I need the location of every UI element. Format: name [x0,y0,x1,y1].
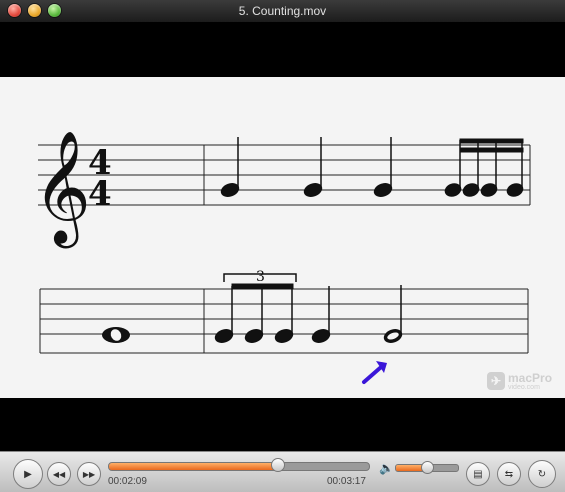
time-sig-bottom: 4 [88,174,112,214]
scrubber-handle[interactable] [271,458,285,472]
title-bar[interactable]: 5. Counting.mov [0,0,565,23]
whole-note [102,327,130,343]
loop-button[interactable]: ↻ [528,460,556,488]
triplet-number: 3 [256,269,265,285]
share-button[interactable]: ⇆ [497,462,521,486]
video-frame[interactable]: 𝄞 4 4 3 ✈ macPro video.com [0,77,565,398]
skip-back-icon: ◀◀ [52,469,66,479]
music-score: 𝄞 4 4 3 [33,130,531,384]
chapters-button[interactable]: ▤ [466,462,490,486]
clips-icon: ▤ [473,468,483,480]
pointer-arrow-icon [362,361,387,384]
watermark: ✈ macPro video.com [487,370,562,396]
quicktime-window: 5. Counting.mov 𝄞 4 4 3 ✈ macPro video.c… [0,0,565,492]
scrubber-track[interactable] [108,462,370,471]
triplet-eighths [214,283,294,343]
previous-button[interactable]: ◀◀ [47,462,71,486]
quarter-note-m2 [311,286,331,343]
macprovideo-logo-icon: ✈ [487,372,505,390]
play-icon: ▶ [24,468,32,480]
quarter-notes-m1 [220,137,393,197]
window-title: 5. Counting.mov [238,4,327,18]
half-note [383,285,403,343]
playback-controls: ▶ ◀◀ ▶▶ 00:02:09 00:03:17 🔈 ▤ ⇆ ↻ [0,451,565,492]
sixteenth-notes [444,138,524,197]
play-button[interactable]: ▶ [13,459,43,489]
staff-1 [38,144,531,206]
watermark-sub: video.com [508,384,540,391]
watermark-brand: macPro [508,371,553,385]
skip-forward-icon: ▶▶ [82,469,96,479]
elapsed-time: 00:02:09 [108,476,147,487]
loop-icon: ↻ [537,468,547,480]
volume-icon[interactable]: 🔈 [379,461,394,475]
total-time: 00:03:17 [327,476,366,487]
scrubber-fill [109,463,278,470]
staff-2 [39,288,529,354]
share-icon: ⇆ [504,468,514,480]
volume-handle[interactable] [421,461,434,474]
treble-clef: 𝄞 [33,130,91,249]
next-button[interactable]: ▶▶ [77,462,101,486]
